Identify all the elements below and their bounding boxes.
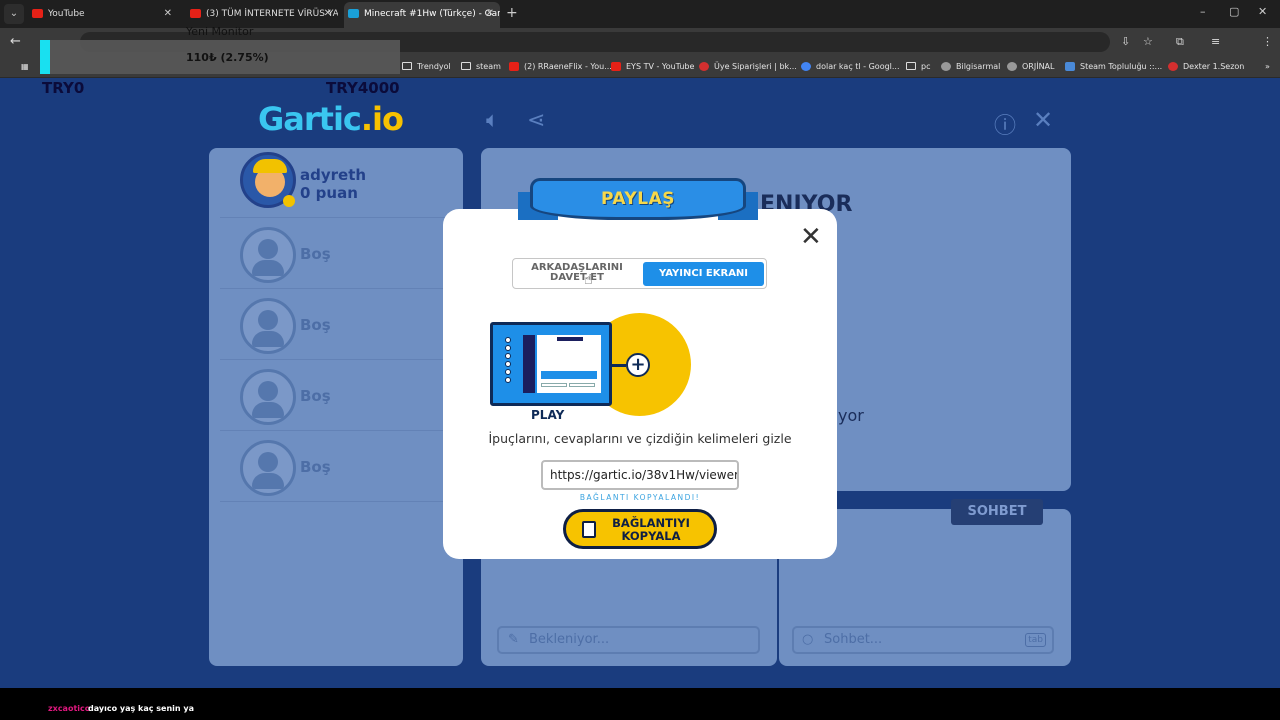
bookmark-star-icon[interactable]: ☆ — [1143, 35, 1153, 48]
bookmark-trendyol[interactable]: Trendyol — [402, 61, 451, 73]
bookmark-bilgisarmal[interactable]: Bilgisarmal — [941, 61, 1000, 73]
close-window-button[interactable]: ✕ — [1258, 5, 1267, 18]
plus-circle-icon: + — [626, 353, 650, 377]
player-name: adyreth — [300, 166, 367, 184]
close-modal-icon[interactable]: ✕ — [800, 222, 822, 252]
goal-progress-bar — [40, 40, 50, 74]
player-avatar — [240, 152, 296, 208]
bookmark-steam[interactable]: steam — [461, 61, 501, 73]
link-copied-notice: BAĞLANTI KOPYALANDI! — [579, 493, 701, 502]
gartic-favicon-icon — [348, 9, 359, 18]
browser-tab-video[interactable]: (3) TÜM İNTERNETE VİRÜS YAY ✕ — [186, 3, 338, 25]
goal-min-label: TRY0 — [42, 79, 85, 97]
slot-label: Boş — [300, 387, 331, 405]
empty-avatar-icon — [240, 369, 296, 425]
status-subtext-fragment: yor — [838, 406, 864, 425]
copy-link-button[interactable]: BAĞLANTIYI KOPYALA — [563, 509, 717, 549]
new-tab-button[interactable]: + — [506, 5, 518, 21]
install-icon[interactable]: ⇩ — [1121, 35, 1130, 48]
browser-menu-icon[interactable]: ⋮ — [1262, 35, 1273, 48]
slot-label: Boş — [300, 245, 331, 263]
back-icon[interactable]: ← — [10, 34, 21, 49]
copy-icon — [582, 521, 596, 538]
goal-value: 110₺ (2.75%) — [186, 51, 269, 64]
dexter-icon — [1168, 62, 1178, 71]
empty-avatar-icon — [240, 440, 296, 496]
restore-button[interactable]: ▢ — [1229, 5, 1239, 18]
browser-tab-youtube[interactable]: YouTube ✕ — [28, 3, 178, 25]
share-description: İpuçlarını, cevaplarını ve çizdiğin keli… — [488, 431, 792, 446]
empty-slot: Boş — [220, 219, 463, 289]
goal-max-label: TRY4000 — [326, 79, 400, 97]
chat-username: zxcaoticc — [48, 704, 90, 713]
bookmark-siparisler[interactable]: Üye Siparişleri | bk... — [699, 61, 797, 73]
store-icon — [699, 62, 709, 71]
youtube-icon — [190, 9, 201, 18]
share-mode-toggle: ARKADAŞLARINI DAVET ET YAYINCI EKRANI — [512, 258, 767, 289]
tab-key-hint: tab — [1025, 633, 1046, 647]
empty-avatar-icon — [240, 227, 296, 283]
bookmark-pc[interactable]: pc — [906, 61, 930, 73]
chat-bubble-icon: ○ — [802, 632, 814, 647]
close-tab-icon[interactable]: ✕ — [486, 2, 494, 26]
tab-search-button[interactable]: ⌄ — [4, 4, 24, 24]
globe-icon — [941, 62, 951, 71]
play-label: PLAY — [531, 408, 565, 422]
youtube-icon — [611, 62, 621, 71]
empty-avatar-icon — [240, 298, 296, 354]
bookmark-steam-topluluk[interactable]: Steam Topluluğu ::... — [1065, 61, 1162, 73]
browser-tab-strip: ⌄ YouTube ✕ (3) TÜM İNTERNETE VİRÜS YAY … — [0, 0, 1280, 28]
slot-label: Boş — [300, 458, 331, 476]
tab-label: (3) TÜM İNTERNETE VİRÜS YAY — [206, 9, 338, 19]
tab-invite-friends[interactable]: ARKADAŞLARINI DAVET ET — [513, 259, 641, 288]
slot-label: Boş — [300, 316, 331, 334]
extensions-icon[interactable]: ⧉ — [1176, 35, 1184, 49]
globe-icon — [1007, 62, 1017, 71]
browser-tab-gartic[interactable]: Minecraft #1Hw (Türkçe) - Gar ✕ — [344, 2, 500, 28]
tab-label: YouTube — [48, 9, 85, 19]
folder-icon — [906, 62, 916, 70]
minimize-button[interactable]: – — [1200, 5, 1206, 18]
empty-slot: Boş — [220, 290, 463, 360]
goal-title: Yeni Monitor — [186, 25, 254, 38]
share-icon[interactable]: ⋖ — [527, 108, 545, 133]
tab-streamer-screen[interactable]: YAYINCI EKRANI — [643, 262, 764, 286]
answer-input[interactable]: ✎ Bekleniyor... — [497, 626, 760, 654]
empty-slot: Boş — [220, 432, 463, 502]
mouse-cursor-icon: ☝ — [584, 272, 593, 288]
bookmark-dexter[interactable]: Dexter 1.Sezon — [1168, 61, 1244, 73]
steam-icon — [1065, 62, 1075, 71]
sound-icon[interactable]: 🔈︎ — [486, 108, 499, 133]
player-row: adyreth 0 puan — [220, 148, 463, 218]
pencil-icon: ✎ — [508, 632, 519, 647]
youtube-icon — [509, 62, 519, 71]
share-url-field[interactable]: https://gartic.io/38v1Hw/viewer — [541, 460, 739, 490]
folder-icon — [402, 62, 412, 70]
close-tab-icon[interactable]: ✕ — [324, 3, 332, 25]
exit-icon[interactable]: ✕ — [1033, 106, 1053, 134]
more-bookmarks-icon[interactable]: » — [1250, 61, 1270, 73]
tab-sohbet[interactable]: SOHBET — [951, 499, 1043, 525]
gartic-logo: Gartic.io — [258, 100, 404, 138]
google-icon — [801, 62, 811, 71]
bookmark-dolar[interactable]: dolar kaç tl - Googl... — [801, 61, 900, 73]
modal-title-ribbon: PAYLAŞ — [518, 178, 758, 226]
bookmark-orjinal[interactable]: ORJİNAL — [1007, 61, 1055, 73]
apps-grid-icon[interactable]: ▦ — [6, 61, 29, 73]
youtube-icon — [32, 9, 43, 18]
info-icon[interactable]: ⓘ — [994, 108, 1016, 140]
close-tab-icon[interactable]: ✕ — [164, 3, 172, 25]
chat-input[interactable]: ○ Sohbet... tab — [792, 626, 1054, 654]
folder-icon — [461, 62, 471, 70]
tab-label: Minecraft #1Hw (Türkçe) - Gar — [364, 9, 500, 19]
monitor-illustration-icon — [490, 322, 612, 406]
player-points: 0 puan — [300, 184, 358, 202]
media-controls-icon[interactable]: ≡ — [1211, 35, 1220, 48]
bookmark-eys-tv[interactable]: EYS TV - YouTube — [611, 61, 694, 73]
bookmark-rraeneflix[interactable]: (2) RRaeneFlix - You... — [509, 61, 612, 73]
chat-message: dayıco yaş kaç senin ya — [88, 704, 194, 713]
empty-slot: Boş — [220, 361, 463, 431]
modal-title: PAYLAŞ — [530, 178, 746, 220]
